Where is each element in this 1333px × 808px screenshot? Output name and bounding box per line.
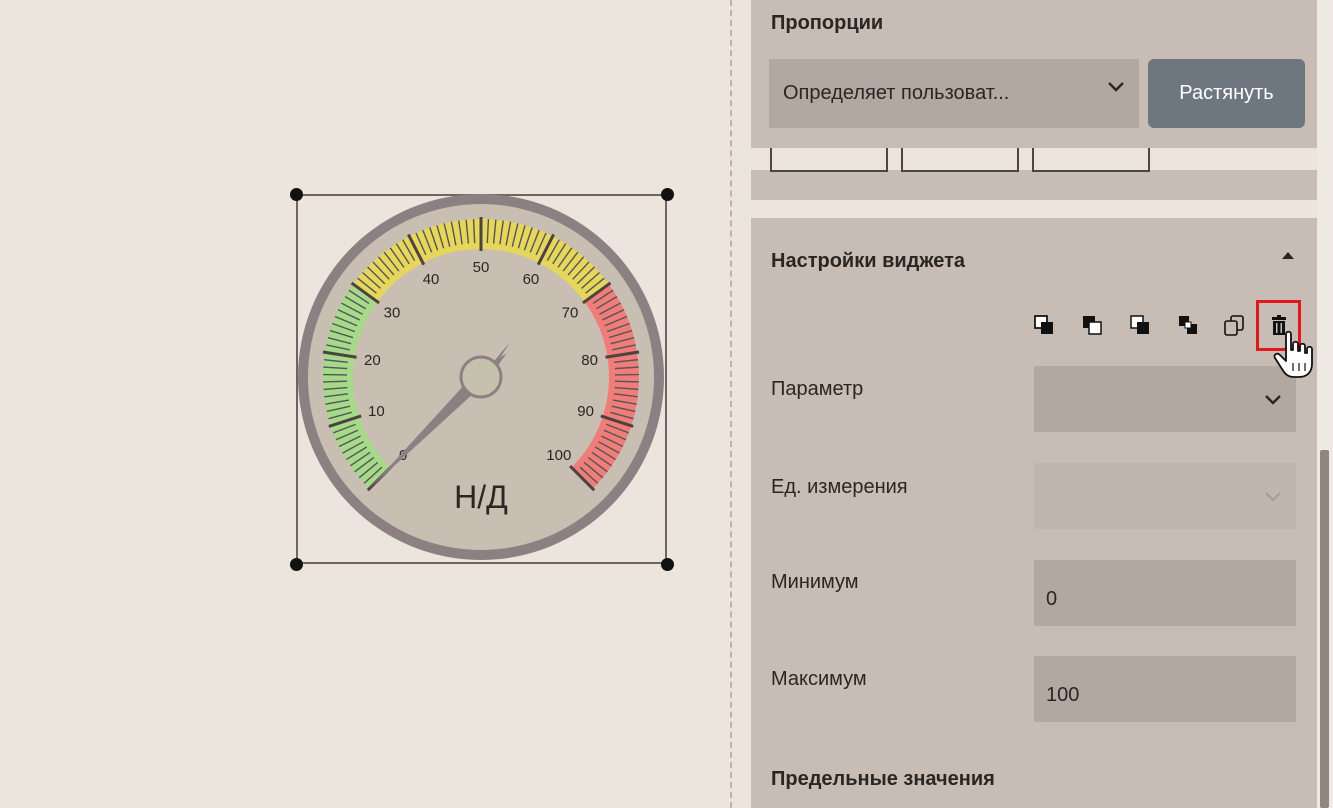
panel-separator bbox=[751, 200, 1317, 218]
bring-forward-icon[interactable] bbox=[1128, 313, 1152, 337]
parameter-select[interactable] bbox=[1034, 366, 1296, 432]
proportions-select[interactable]: Определяет пользоват... bbox=[769, 59, 1139, 128]
chevron-down-icon bbox=[1265, 395, 1281, 405]
alignment-button[interactable] bbox=[901, 148, 1019, 172]
gauge-minor-tick bbox=[323, 380, 348, 383]
chevron-down-icon bbox=[1108, 82, 1124, 92]
gauge-minor-tick bbox=[614, 380, 639, 383]
maximum-label: Максимум bbox=[771, 668, 867, 690]
unit-select[interactable] bbox=[1034, 463, 1296, 529]
resize-handle-ne[interactable] bbox=[661, 188, 674, 201]
gauge-widget[interactable]: 0102030405060708090100 Н/Д bbox=[296, 194, 667, 564]
collapse-icon[interactable] bbox=[1282, 252, 1294, 259]
gauge-tick-label: 20 bbox=[364, 352, 381, 369]
gauge-tick-label: 10 bbox=[368, 403, 385, 420]
resize-handle-sw[interactable] bbox=[290, 558, 303, 571]
gauge-hub bbox=[459, 355, 503, 399]
gauge-tick-label: 50 bbox=[473, 259, 490, 276]
resize-handle-nw[interactable] bbox=[290, 188, 303, 201]
maximum-input[interactable]: 100 bbox=[1034, 656, 1296, 722]
gauge-tick-label: 100 bbox=[546, 447, 571, 464]
panel-divider bbox=[730, 0, 732, 808]
bring-to-front-icon[interactable] bbox=[1176, 313, 1200, 337]
proportions-title: Пропорции bbox=[771, 12, 884, 34]
stretch-button[interactable]: Растянуть bbox=[1148, 59, 1305, 128]
proportions-select-value: Определяет пользоват... bbox=[783, 82, 1010, 104]
gauge-tick-label: 30 bbox=[384, 304, 401, 321]
unit-label: Ед. измерения bbox=[771, 476, 908, 498]
resize-handle-se[interactable] bbox=[661, 558, 674, 571]
gauge-tick-label: 40 bbox=[423, 271, 440, 288]
duplicate-icon[interactable] bbox=[1222, 313, 1246, 337]
alignment-button[interactable] bbox=[1032, 148, 1150, 172]
minimum-input[interactable]: 0 bbox=[1034, 560, 1296, 626]
gauge-tick-label: 70 bbox=[562, 304, 579, 321]
send-to-back-icon[interactable] bbox=[1032, 313, 1056, 337]
alignment-button[interactable] bbox=[770, 148, 888, 172]
hand-cursor-icon bbox=[1273, 330, 1313, 378]
minimum-label: Минимум bbox=[771, 571, 859, 593]
gauge-tick-label: 80 bbox=[581, 352, 598, 369]
gauge-tick-label: 60 bbox=[523, 271, 540, 288]
gauge-tick-label: 90 bbox=[577, 403, 594, 420]
chevron-down-icon bbox=[1265, 492, 1281, 502]
send-backward-icon[interactable] bbox=[1080, 313, 1104, 337]
widget-settings-title: Настройки виджета bbox=[771, 250, 966, 272]
scrollbar-thumb[interactable] bbox=[1320, 450, 1329, 808]
parameter-label: Параметр bbox=[771, 378, 864, 400]
gauge-value-text: Н/Д bbox=[454, 479, 508, 515]
limits-title: Предельные значения bbox=[771, 768, 995, 790]
